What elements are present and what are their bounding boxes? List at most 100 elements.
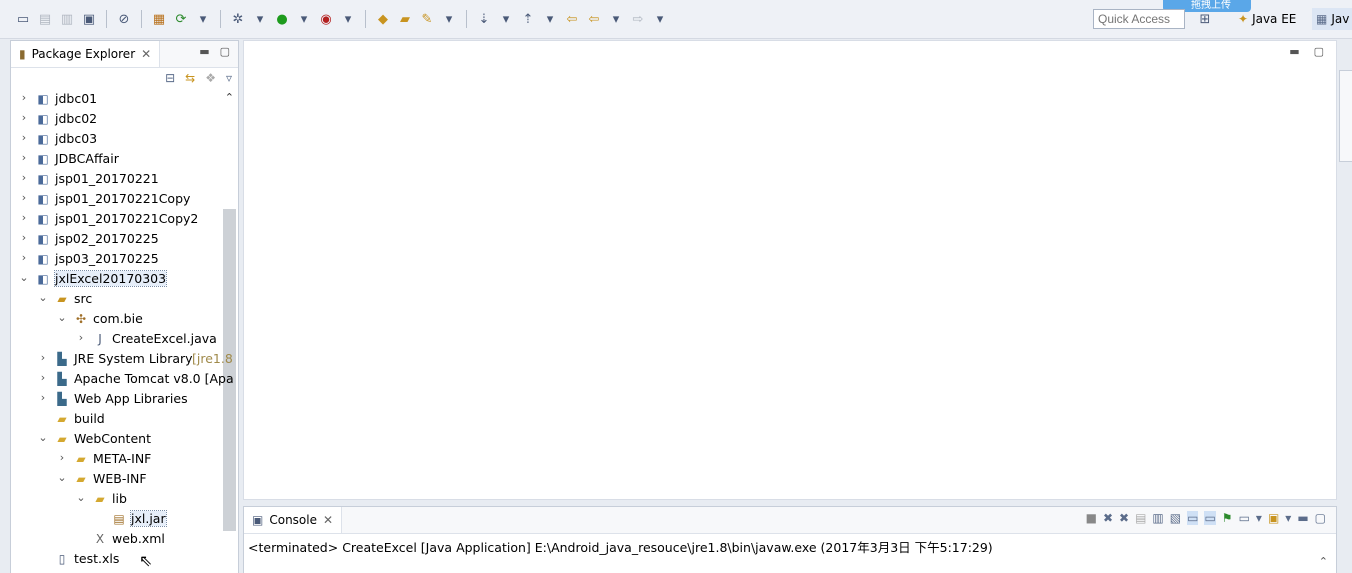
tree-item[interactable]: ⌄ ▰ WEB-INF [11,469,221,489]
dropdown-icon[interactable]: ▾ [194,10,212,28]
remove-all-icon[interactable]: ✖ [1119,511,1129,525]
refresh-icon[interactable]: ⟳ [172,10,190,28]
clear-console-icon[interactable]: ▤ [1135,511,1146,525]
scroll-up-icon[interactable]: ⌃ [225,91,234,104]
new-icon[interactable]: ▭ [14,10,32,28]
chevron-right-icon[interactable]: › [19,151,29,164]
dropdown-icon[interactable]: ▾ [607,10,625,28]
dropdown-icon[interactable]: ▾ [295,10,313,28]
perspective-java[interactable]: ▦ Jav [1312,8,1352,30]
minimize-icon[interactable]: ▬ [199,45,209,58]
tree-item[interactable]: ⌄ ▰ lib [11,489,221,509]
word-wrap-icon[interactable]: ▧ [1170,511,1181,525]
maximize-icon[interactable]: ▢ [1315,511,1326,525]
tree-item[interactable]: › ▙ JRE System Library [jre1.8 [11,349,233,369]
dropdown-icon[interactable]: ▾ [1285,511,1291,525]
quick-access-input[interactable] [1093,9,1185,29]
back-icon[interactable]: ⇦ [585,10,603,28]
show-stderr-icon[interactable]: ▭ [1204,511,1216,525]
tree-item[interactable]: ⌄ ✣ com.bie [11,309,221,329]
dropdown-icon[interactable]: ▾ [339,10,357,28]
tree-item[interactable]: › ◧ jsp01_20170221Copy [11,189,221,209]
editor-area[interactable]: ▬ ▢ [243,40,1337,500]
external-tools-icon[interactable]: ◉ [317,10,335,28]
tree-item[interactable]: ⌄ ▰ src [11,289,221,309]
chevron-down-icon[interactable]: ⌄ [57,471,67,484]
scrollbar-thumb[interactable] [223,209,236,531]
chevron-right-icon[interactable]: › [19,211,29,224]
tree-item[interactable]: › ◧ jdbc01 [11,89,221,109]
chevron-down-icon[interactable]: ⌄ [38,431,48,444]
tree-item[interactable]: ⌄ ◧ jxlExcel20170303 [11,269,221,289]
last-edit-icon[interactable]: ⇦ [563,10,581,28]
minimize-icon[interactable]: ▬ [1297,511,1308,525]
chevron-right-icon[interactable]: › [76,331,86,344]
dropdown-icon[interactable]: ▾ [651,10,669,28]
terminate-icon[interactable]: ■ [1086,511,1097,525]
chevron-down-icon[interactable]: ⌄ [57,311,67,324]
chevron-right-icon[interactable]: › [19,231,29,244]
dropdown-icon[interactable]: ▾ [251,10,269,28]
dropdown-icon[interactable]: ▾ [541,10,559,28]
tree-item[interactable]: ⌄ ▰ WebContent [11,429,221,449]
open-console-icon[interactable]: ▣ [1268,511,1279,525]
remove-launch-icon[interactable]: ✖ [1103,511,1113,525]
dropdown-icon[interactable]: ▾ [440,10,458,28]
save-icon[interactable]: ▤ [36,10,54,28]
tree-item[interactable]: ▰ build [11,409,221,429]
skip-breakpoints-icon[interactable]: ⊘ [115,10,133,28]
build-icon[interactable]: ▦ [150,10,168,28]
tree-item[interactable]: › ◧ jsp01_20170221Copy2 [11,209,221,229]
tree-item[interactable]: › ▙ Apache Tomcat v8.0 [Apa [11,369,234,389]
chevron-right-icon[interactable]: › [38,391,48,404]
chevron-down-icon[interactable]: ⌄ [38,291,48,304]
open-type-icon[interactable]: ◆ [374,10,392,28]
chevron-down-icon[interactable]: ⌄ [19,271,29,284]
link-with-editor-icon[interactable]: ⇆ [185,71,195,85]
console-tab[interactable]: ▣ Console ✕ [244,507,343,533]
chevron-right-icon[interactable]: › [57,451,67,464]
chevron-right-icon[interactable]: › [19,171,29,184]
tree-item[interactable]: › ▰ META-INF [11,449,221,469]
close-icon[interactable]: ✕ [323,513,333,527]
close-icon[interactable]: ✕ [141,47,151,61]
collapse-all-icon[interactable]: ⊟ [165,71,175,85]
scroll-up-icon[interactable]: ⌃ [1319,555,1328,568]
tree-item[interactable]: › ◧ jdbc02 [11,109,221,129]
open-perspective-button[interactable]: ⊞ [1196,8,1214,30]
tree-item[interactable]: › ◧ jsp02_20170225 [11,229,221,249]
tree-item[interactable]: Xweb.xml [11,529,221,549]
forward-icon[interactable]: ⇨ [629,10,647,28]
scroll-lock-icon[interactable]: ▥ [1152,511,1163,525]
minimize-icon[interactable]: ▬ [1289,45,1299,58]
show-stdout-icon[interactable]: ▭ [1187,511,1199,525]
save-all-icon[interactable]: ▥ [58,10,76,28]
chevron-right-icon[interactable]: › [19,91,29,104]
tree-item[interactable]: › ◧ JDBCAffair [11,149,221,169]
perspective-java-ee[interactable]: ✦ Java EE [1238,8,1296,30]
tree-item[interactable]: › J CreateExcel.java [11,329,221,349]
display-console-icon[interactable]: ▭ [1239,511,1250,525]
tree-item[interactable]: › ▙ Web App Libraries [11,389,221,409]
dropdown-icon[interactable]: ▾ [497,10,515,28]
prev-annotation-icon[interactable]: ⇡ [519,10,537,28]
tree-item[interactable]: ▤ jxl.jar [11,509,221,529]
tree-item[interactable]: › ◧ jsp03_20170225 [11,249,221,269]
view-menu-icon[interactable]: ▿ [226,71,232,85]
pin-console-icon[interactable]: ⚑ [1222,511,1233,525]
focus-icon[interactable]: ❖ [205,71,216,85]
search-icon[interactable]: ✎ [418,10,436,28]
tree-item[interactable]: ▯ test.xls [11,549,221,569]
maximize-icon[interactable]: ▢ [1314,45,1324,58]
tree-item[interactable]: › ◧ jdbc03 [11,129,221,149]
dropdown-icon[interactable]: ▾ [1256,511,1262,525]
chevron-right-icon[interactable]: › [19,191,29,204]
chevron-down-icon[interactable]: ⌄ [76,491,86,504]
run-icon[interactable]: ● [273,10,291,28]
chevron-right-icon[interactable]: › [19,251,29,264]
open-folder-icon[interactable]: ▰ [396,10,414,28]
chevron-right-icon[interactable]: › [38,371,48,384]
chevron-right-icon[interactable]: › [38,351,48,364]
next-annotation-icon[interactable]: ⇣ [475,10,493,28]
chevron-right-icon[interactable]: › [19,131,29,144]
